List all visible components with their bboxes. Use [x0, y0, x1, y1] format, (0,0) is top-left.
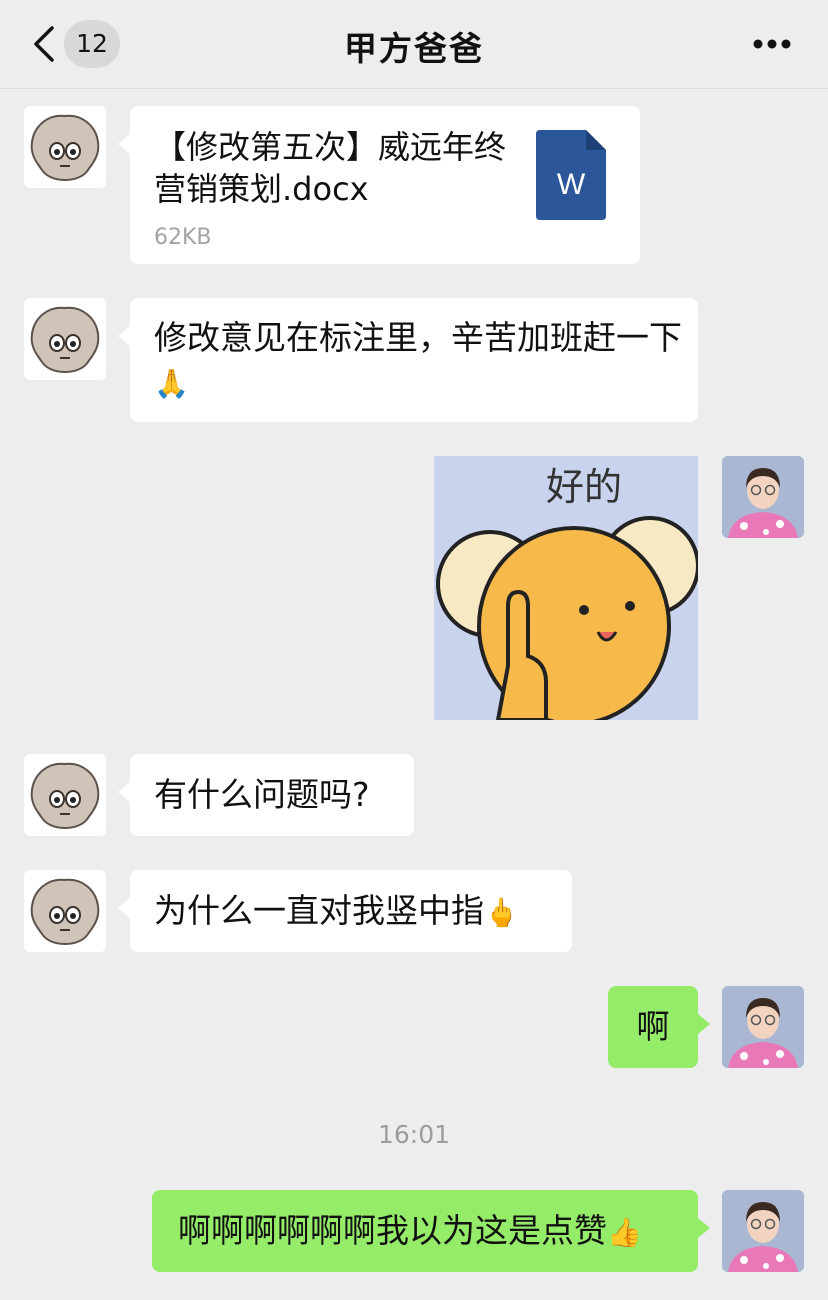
chat-title: 甲方爸爸 — [344, 29, 484, 68]
message-text: 啊 — [636, 1007, 670, 1046]
text-message[interactable]: 为什么一直对我竖中指🖕 — [118, 870, 572, 952]
my-text-message[interactable]: 啊 — [608, 986, 710, 1068]
message-text: 修改意见在标注里，辛苦加班赶一下 — [154, 318, 682, 357]
user-photo-icon — [722, 986, 804, 1068]
skull-avatar-icon — [30, 114, 100, 182]
message-text: 啊啊啊啊啊啊我以为这是点赞 — [178, 1211, 607, 1250]
file-name: 【修改第五次】威远年终营销策划.docx — [154, 128, 507, 208]
contact-avatar[interactable] — [24, 754, 106, 836]
contact-avatar[interactable] — [24, 298, 106, 380]
my-avatar[interactable] — [722, 456, 804, 538]
word-doc-icon: W — [536, 130, 606, 220]
bear-sticker-icon: 好的 — [434, 456, 700, 726]
text-message[interactable]: 有什么问题吗? — [118, 754, 414, 836]
skull-avatar-icon — [30, 762, 100, 830]
my-text-message[interactable]: 啊啊啊啊啊啊我以为这是点赞👍 — [152, 1190, 710, 1272]
message-text: 有什么问题吗? — [154, 775, 370, 814]
my-avatar[interactable] — [722, 1190, 804, 1272]
file-message[interactable]: 【修改第五次】威远年终营销策划.docx 62KB W — [118, 106, 640, 264]
pray-emoji-icon: 🙏 — [154, 367, 189, 400]
message-timestamp: 16:01 — [377, 1120, 451, 1149]
file-size: 62KB — [154, 225, 212, 250]
message-text: 为什么一直对我竖中指 — [154, 891, 484, 930]
sticker-message[interactable]: 好的 — [434, 456, 700, 726]
more-icon[interactable] — [752, 38, 792, 50]
middle-finger-emoji-icon: 🖕 — [484, 896, 519, 929]
sticker-caption: 好的 — [546, 465, 622, 509]
user-photo-icon — [722, 1190, 804, 1272]
user-photo-icon — [722, 456, 804, 538]
chat-header: 12 甲方爸爸 — [0, 0, 828, 89]
skull-avatar-icon — [30, 878, 100, 946]
thumbs-up-emoji-icon: 👍 — [607, 1216, 642, 1249]
contact-avatar[interactable] — [24, 870, 106, 952]
skull-avatar-icon — [30, 306, 100, 374]
my-avatar[interactable] — [722, 986, 804, 1068]
contact-avatar[interactable] — [24, 106, 106, 188]
word-letter: W — [557, 168, 586, 201]
text-message[interactable]: 修改意见在标注里，辛苦加班赶一下 🙏 — [118, 298, 698, 422]
